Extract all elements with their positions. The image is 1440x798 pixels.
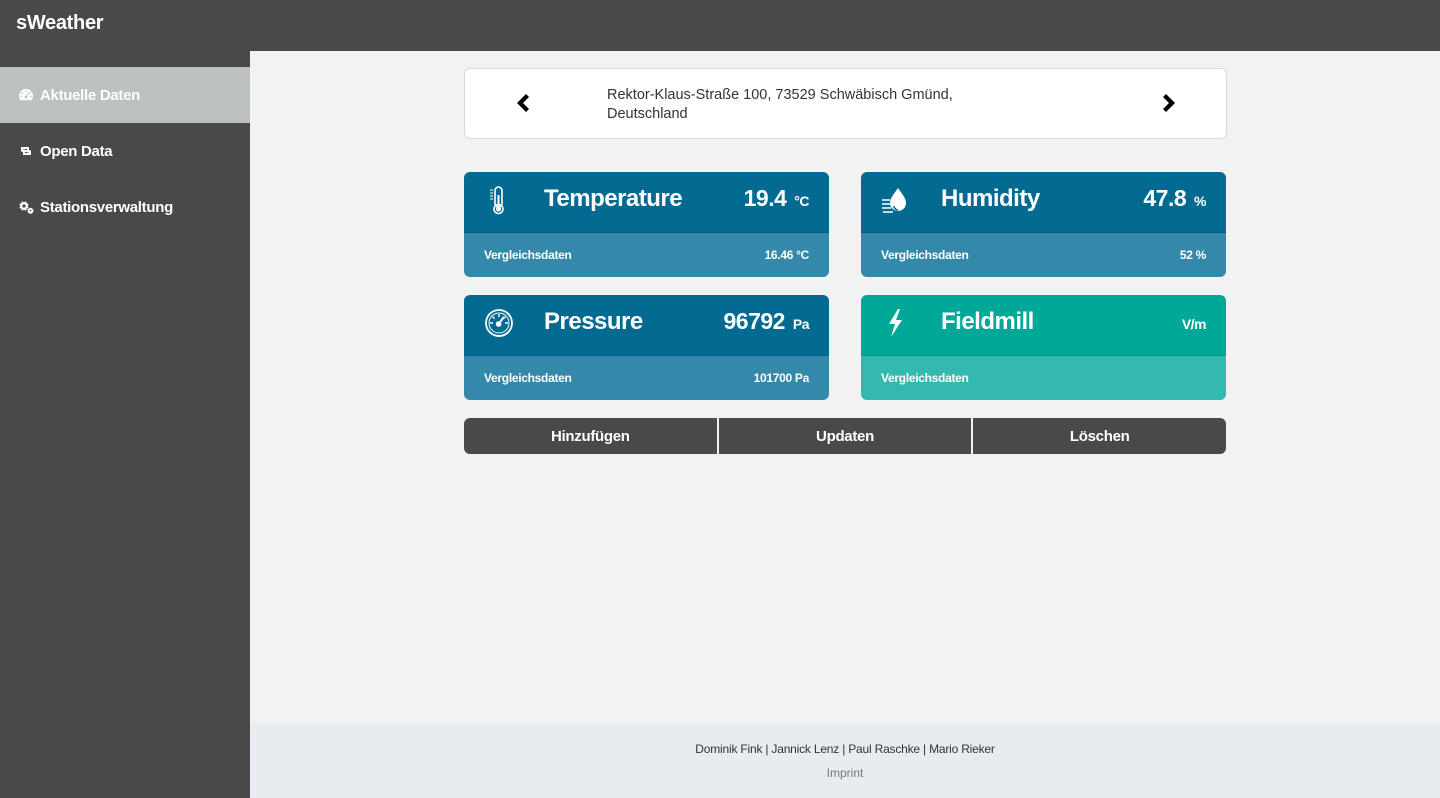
card-header: Temperature 19.4 °C [464, 172, 829, 233]
retweet-icon [21, 147, 31, 155]
footer-authors: Dominik Fink | Jannick Lenz | Paul Rasch… [695, 742, 995, 756]
compare-value: 16.46 °C [764, 248, 810, 262]
humidity-icon [881, 184, 911, 216]
compare-label: Vergleichsdaten [484, 371, 572, 385]
sidebar-item-stationsverwaltung[interactable]: Stationsverwaltung [0, 179, 250, 235]
gauge-icon [484, 307, 514, 339]
value-unit: °C [794, 193, 809, 209]
action-buttons: Hinzufügen Updaten Löschen [464, 418, 1226, 454]
sidebar: Aktuelle Daten Open Data Stationsverwalt… [0, 51, 250, 798]
thermometer-icon [484, 184, 514, 216]
update-button[interactable]: Updaten [716, 418, 972, 454]
footer: Dominik Fink | Jannick Lenz | Paul Rasch… [250, 723, 1440, 798]
card-header: Pressure 96792 Pa [464, 295, 829, 356]
value-number: 96792 [723, 308, 786, 334]
location-selector: Rektor-Klaus-Straße 100, 73529 Schwäbisc… [464, 68, 1227, 139]
card-title: Fieldmill [941, 308, 1034, 335]
card-value: 96792 Pa [723, 308, 810, 335]
imprint-link[interactable]: Imprint [250, 766, 1440, 780]
value-number: 19.4 [743, 185, 787, 211]
chevron-left-icon [517, 94, 529, 112]
sidebar-item-label: Open Data [40, 142, 113, 160]
card-value: 19.4 °C [743, 185, 810, 212]
app-title[interactable]: sWeather [16, 12, 104, 35]
value-unit: V/m [1181, 316, 1207, 332]
compare-value: 52 % [1179, 248, 1206, 262]
chevron-right-icon [1163, 94, 1175, 112]
card-header: Fieldmill V/m [861, 295, 1226, 356]
prev-location-button[interactable] [510, 91, 534, 115]
card-footer: Vergleichsdaten [861, 356, 1226, 400]
temperature-card: Temperature 19.4 °C Vergleichsdaten 16.4… [464, 172, 829, 277]
card-footer: Vergleichsdaten 101700 Pa [464, 356, 829, 400]
sidebar-item-aktuelle-daten[interactable]: Aktuelle Daten [0, 67, 250, 123]
card-footer: Vergleichsdaten 16.46 °C [464, 233, 829, 277]
lightning-icon [881, 307, 911, 339]
compare-label: Vergleichsdaten [881, 248, 969, 262]
add-button[interactable]: Hinzufügen [464, 418, 717, 454]
pressure-card: Pressure 96792 Pa Vergleichsdaten 101700… [464, 295, 829, 400]
top-bar: sWeather [0, 0, 1440, 51]
card-title: Humidity [941, 185, 1040, 212]
compare-value: 101700 Pa [753, 371, 810, 385]
card-value: 47.8 % [1143, 185, 1206, 212]
sidebar-item-label: Stationsverwaltung [40, 198, 173, 216]
card-title: Pressure [544, 308, 643, 335]
next-location-button[interactable] [1158, 91, 1182, 115]
sidebar-item-label: Aktuelle Daten [40, 86, 140, 104]
fieldmill-card: Fieldmill V/m Vergleichsdaten [861, 295, 1226, 400]
card-value: V/m [1180, 308, 1207, 335]
sidebar-item-open-data[interactable]: Open Data [0, 123, 250, 179]
humidity-card: Humidity 47.8 % Vergleichsdaten 52 % [861, 172, 1226, 277]
value-number: 47.8 [1143, 185, 1187, 211]
main-content: Rektor-Klaus-Straße 100, 73529 Schwäbisc… [250, 51, 1440, 723]
compare-label: Vergleichsdaten [484, 248, 572, 262]
value-unit: Pa [792, 316, 810, 332]
location-address: Rektor-Klaus-Straße 100, 73529 Schwäbisc… [607, 87, 953, 122]
card-header: Humidity 47.8 % [861, 172, 1226, 233]
value-unit: % [1194, 193, 1206, 209]
card-title: Temperature [544, 185, 683, 212]
delete-button[interactable]: Löschen [971, 418, 1226, 454]
dashboard-icon [19, 89, 33, 101]
cogs-icon [19, 201, 34, 214]
card-footer: Vergleichsdaten 52 % [861, 233, 1226, 277]
compare-label: Vergleichsdaten [881, 371, 969, 385]
